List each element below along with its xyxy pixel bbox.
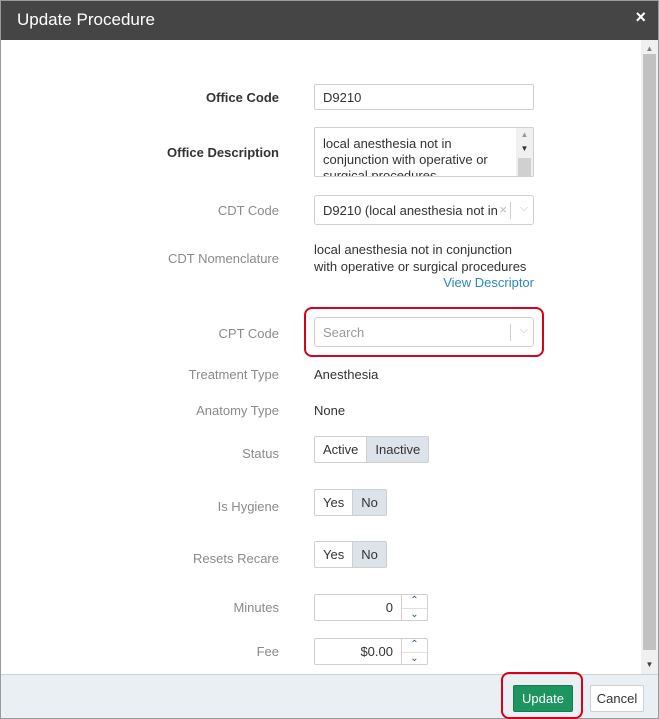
increment-icon[interactable]: ⌃ xyxy=(402,639,427,651)
status-label: Status xyxy=(242,446,279,461)
decrement-icon[interactable]: ⌄ xyxy=(402,608,427,620)
dialog-title: Update Procedure xyxy=(17,10,155,29)
update-button-highlight xyxy=(501,672,583,719)
is-hygiene-no-button[interactable]: No xyxy=(353,489,387,516)
cpt-code-label: CPT Code xyxy=(218,326,279,341)
close-icon[interactable]: × xyxy=(635,7,646,28)
is-hygiene-yes-button[interactable]: Yes xyxy=(314,489,354,516)
select-separator xyxy=(510,202,511,219)
status-active-button[interactable]: Active xyxy=(314,436,368,463)
office-code-label: Office Code xyxy=(206,90,279,105)
dialog-body: Office Code D9210 Office Description loc… xyxy=(1,40,658,674)
chevron-down-icon[interactable]: ⌵ xyxy=(520,202,528,215)
treatment-type-label: Treatment Type xyxy=(188,367,279,382)
cdt-nomenclature-line2: with operative or surgical procedures xyxy=(314,259,527,274)
minutes-label: Minutes xyxy=(233,600,279,615)
office-description-textarea[interactable]: local anesthesia not in conjunction with… xyxy=(314,127,534,177)
office-description-text: local anesthesia not in conjunction with… xyxy=(323,136,488,177)
minutes-input[interactable]: 0 xyxy=(314,594,402,621)
decrement-icon[interactable]: ⌄ xyxy=(402,652,427,664)
cdt-code-label: CDT Code xyxy=(217,203,279,218)
cdt-nomenclature-line1: local anesthesia not in conjunction xyxy=(314,242,513,257)
dialog-scrollbar[interactable]: ▲ ▼ xyxy=(641,40,658,674)
is-hygiene-toggle: Yes No xyxy=(314,489,387,516)
cdt-code-select[interactable]: D9210 (local anesthesia not in × ⌵ xyxy=(314,195,534,225)
cpt-code-highlight xyxy=(304,307,544,357)
scrollbar-thumb[interactable] xyxy=(643,54,656,650)
resets-recare-yes-button[interactable]: Yes xyxy=(314,541,354,568)
resize-grip-icon[interactable] xyxy=(518,158,531,176)
status-inactive-button[interactable]: Inactive xyxy=(367,436,430,463)
is-hygiene-label: Is Hygiene xyxy=(217,499,279,514)
scroll-down-icon[interactable]: ▼ xyxy=(516,144,533,153)
minutes-spinner: ⌃ ⌄ xyxy=(401,594,428,621)
resets-recare-no-button[interactable]: No xyxy=(353,541,387,568)
fee-spinner: ⌃ ⌄ xyxy=(401,638,428,665)
update-procedure-dialog: Update Procedure × Office Code D9210 Off… xyxy=(0,0,659,719)
anatomy-type-value: None xyxy=(314,403,346,418)
textarea-scrollbar[interactable]: ▲ ▼ xyxy=(516,128,533,176)
view-descriptor-link[interactable]: View Descriptor xyxy=(443,275,534,290)
clear-icon[interactable]: × xyxy=(499,202,507,217)
cdt-nomenclature-label: CDT Nomenclature xyxy=(167,251,279,266)
cdt-code-value: D9210 (local anesthesia not in xyxy=(323,203,498,218)
dialog-titlebar: Update Procedure × xyxy=(1,1,658,40)
office-code-input[interactable]: D9210 xyxy=(314,84,534,110)
scroll-down-icon[interactable]: ▼ xyxy=(641,658,658,672)
cancel-button[interactable]: Cancel xyxy=(590,685,644,712)
resets-recare-toggle: Yes No xyxy=(314,541,387,568)
treatment-type-value: Anesthesia xyxy=(314,367,379,382)
scroll-up-icon[interactable]: ▲ xyxy=(516,130,533,139)
anatomy-type-label: Anatomy Type xyxy=(196,403,279,418)
status-toggle: Active Inactive xyxy=(314,436,430,463)
resets-recare-label: Resets Recare xyxy=(193,551,279,566)
dialog-footer: Update Cancel xyxy=(1,672,658,719)
office-description-label: Office Description xyxy=(167,145,279,160)
increment-icon[interactable]: ⌃ xyxy=(402,595,427,607)
fee-stepper: $0.00 ⌃ ⌄ xyxy=(314,638,428,665)
fee-label: Fee xyxy=(256,644,279,659)
minutes-stepper: 0 ⌃ ⌄ xyxy=(314,594,428,621)
fee-input[interactable]: $0.00 xyxy=(314,638,402,665)
